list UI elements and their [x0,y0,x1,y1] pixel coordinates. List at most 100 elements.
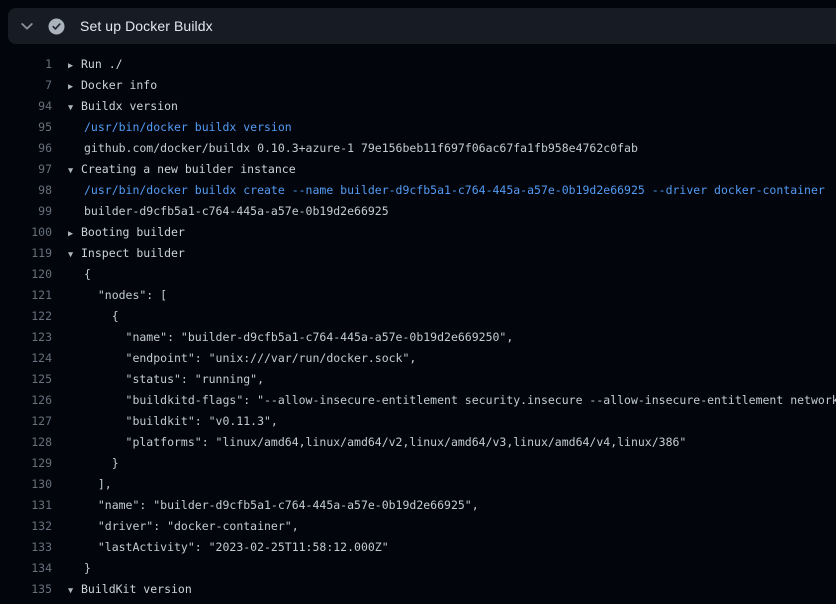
log-line-text: "lastActivity": "2023-02-25T11:58:12.000… [84,540,389,554]
triangle-right-icon: ▶ [68,224,81,245]
line-number[interactable]: 126 [0,390,52,411]
workflow-log-viewer: Set up Docker Buildx 1▶Run ./7▶Docker in… [0,0,836,604]
group-header: ▶Run ./ [52,54,123,75]
log-line: 123 "name": "builder-d9cfb5a1-c764-445a-… [0,327,836,348]
log-line: 128 "platforms": "linux/amd64,linux/amd6… [0,432,836,453]
log-line: 127 "buildkit": "v0.11.3", [0,411,836,432]
log-text: github.com/docker/buildx 0.10.3+azure-1 … [52,138,638,159]
check-circle-icon [48,18,65,35]
log-area: 1▶Run ./7▶Docker info94▼Buildx version95… [0,44,836,604]
line-number[interactable]: 7 [0,75,52,96]
log-line-text: } [84,456,119,470]
log-line: 96 github.com/docker/buildx 0.10.3+azure-… [0,138,836,159]
log-line-text: "platforms": "linux/amd64,linux/amd64/v2… [84,435,686,449]
line-number[interactable]: 95 [0,117,52,138]
log-line: 129 } [0,453,836,474]
log-text: "endpoint": "unix:///var/run/docker.sock… [52,348,416,369]
line-number[interactable]: 130 [0,474,52,495]
log-line-text: ], [84,477,112,491]
line-number[interactable]: 122 [0,306,52,327]
line-number[interactable]: 121 [0,285,52,306]
log-line-text: "status": "running", [84,372,264,386]
line-number[interactable]: 133 [0,537,52,558]
log-text: } [52,558,91,579]
log-line: 131 "name": "builder-d9cfb5a1-c764-445a-… [0,495,836,516]
line-number[interactable]: 131 [0,495,52,516]
log-line-text: "buildkit": "v0.11.3", [84,414,278,428]
log-line-text: { [84,267,91,281]
log-group-row[interactable]: 1▶Run ./ [0,54,836,75]
log-group-row[interactable]: 119▼Inspect builder [0,243,836,264]
log-group-row[interactable]: 100▶Booting builder [0,222,836,243]
group-header: ▶Docker info [52,75,157,96]
group-header: ▼BuildKit version [52,579,192,600]
line-number[interactable]: 134 [0,558,52,579]
log-text: } [52,453,119,474]
line-number[interactable]: 98 [0,180,52,201]
line-number[interactable]: 124 [0,348,52,369]
log-text: "name": "builder-d9cfb5a1-c764-445a-a57e… [52,327,513,348]
log-line-text: "driver": "docker-container", [84,519,299,533]
log-line-text: github.com/docker/buildx 0.10.3+azure-1 … [84,141,638,155]
line-number[interactable]: 97 [0,159,52,180]
line-number[interactable]: 129 [0,453,52,474]
log-line: 134} [0,558,836,579]
log-text: "name": "builder-d9cfb5a1-c764-445a-a57e… [52,495,479,516]
log-line: 132 "driver": "docker-container", [0,516,836,537]
line-number[interactable]: 120 [0,264,52,285]
log-text: "lastActivity": "2023-02-25T11:58:12.000… [52,537,389,558]
log-line: 122 { [0,306,836,327]
line-number[interactable]: 1 [0,54,52,75]
log-line-text: "name": "builder-d9cfb5a1-c764-445a-a57e… [84,330,513,344]
line-number[interactable]: 100 [0,222,52,243]
log-text: { [52,306,119,327]
triangle-down-icon: ▼ [68,245,81,266]
log-line: 136builder-d9cfb5a1-c764-445a-a57e-0b19d… [0,600,836,604]
log-text: /usr/bin/docker buildx version [52,117,292,138]
line-number[interactable]: 99 [0,201,52,222]
log-text: "status": "running", [52,369,264,390]
line-number[interactable]: 135 [0,579,52,600]
log-text: "buildkitd-flags": "--allow-insecure-ent… [52,390,836,411]
line-number[interactable]: 125 [0,369,52,390]
log-text: { [52,264,91,285]
log-line-text: builder-d9cfb5a1-c764-445a-a57e-0b19d2e6… [84,204,389,218]
chevron-down-icon[interactable] [19,18,35,34]
log-text: "nodes": [ [52,285,167,306]
line-number[interactable]: 136 [0,600,52,604]
log-group-row[interactable]: 7▶Docker info [0,75,836,96]
log-line-text: { [84,309,119,323]
line-number[interactable]: 94 [0,96,52,117]
log-text: /usr/bin/docker buildx create --name bui… [52,180,825,201]
line-number[interactable]: 96 [0,138,52,159]
line-number[interactable]: 119 [0,243,52,264]
log-line: 98/usr/bin/docker buildx create --name b… [0,180,836,201]
line-number[interactable]: 123 [0,327,52,348]
log-line: 130 ], [0,474,836,495]
log-text: ], [52,474,112,495]
log-line-text: Inspect builder [81,246,185,260]
group-header: ▶Booting builder [52,222,185,243]
triangle-right-icon: ▶ [68,56,81,77]
group-header: ▼Inspect builder [52,243,185,264]
log-line-text: Creating a new builder instance [81,162,296,176]
log-group-row[interactable]: 135▼BuildKit version [0,579,836,600]
log-line-text: "name": "builder-d9cfb5a1-c764-445a-a57e… [84,498,479,512]
log-group-row[interactable]: 94▼Buildx version [0,96,836,117]
log-line: 125 "status": "running", [0,369,836,390]
line-number[interactable]: 127 [0,411,52,432]
log-line: 95/usr/bin/docker buildx version [0,117,836,138]
log-line-text: /usr/bin/docker buildx create --name bui… [84,183,825,197]
group-header: ▼Buildx version [52,96,178,117]
triangle-down-icon: ▼ [68,98,81,119]
log-line-text: Docker info [81,78,157,92]
triangle-down-icon: ▼ [68,161,81,182]
log-line: 99 builder-d9cfb5a1-c764-445a-a57e-0b19d2… [0,201,836,222]
triangle-right-icon: ▶ [68,77,81,98]
step-header[interactable]: Set up Docker Buildx [8,8,836,44]
log-line-text: "endpoint": "unix:///var/run/docker.sock… [84,351,416,365]
log-group-row[interactable]: 97 ▼Creating a new builder instance [0,159,836,180]
line-number[interactable]: 128 [0,432,52,453]
line-number[interactable]: 132 [0,516,52,537]
log-line-text: "nodes": [ [84,288,167,302]
